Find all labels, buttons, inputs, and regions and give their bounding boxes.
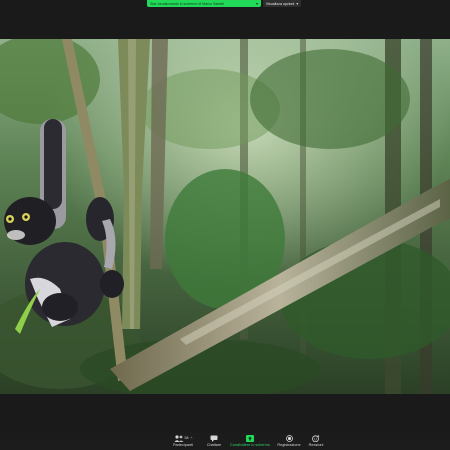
record-icon xyxy=(285,434,293,442)
chevron-up-icon[interactable]: ˄ xyxy=(191,436,193,440)
chevron-down-icon: ▾ xyxy=(296,1,299,6)
share-banner-text: Stai visualizzando lo schermo di Marco S… xyxy=(150,1,224,6)
reactions-label: Reazioni xyxy=(308,443,324,447)
record-label: Registrazione xyxy=(277,443,301,447)
share-screen-button[interactable]: Condividere lo schermo xyxy=(228,434,272,449)
chat-icon xyxy=(210,435,218,442)
participants-icon xyxy=(174,434,183,442)
view-options-button[interactable]: Visualizza opzioni ▾ xyxy=(263,0,301,7)
reactions-icon xyxy=(312,434,320,442)
chevron-down-icon[interactable]: ▾ xyxy=(256,1,258,6)
shared-screen xyxy=(0,39,450,394)
chat-label: Chattare xyxy=(206,443,222,447)
participants-button[interactable]: 58 ˄ Partecipanti xyxy=(166,434,200,449)
record-button[interactable]: Registrazione xyxy=(274,434,304,449)
meeting-toolbar: 58 ˄ Partecipanti Chattare Condividere l… xyxy=(0,433,450,450)
top-bar: Stai visualizzando lo schermo di Marco S… xyxy=(0,0,450,9)
shared-screen-image xyxy=(0,39,450,394)
chat-button[interactable]: Chattare xyxy=(202,434,226,449)
participants-count: 58 xyxy=(184,436,189,440)
participants-label: Partecipanti xyxy=(172,443,194,447)
share-screen-label: Condividere lo schermo xyxy=(230,443,270,447)
share-banner[interactable]: Stai visualizzando lo schermo di Marco S… xyxy=(147,0,261,7)
view-options-label: Visualizza opzioni xyxy=(265,1,295,6)
share-screen-icon xyxy=(246,434,254,442)
reactions-button[interactable]: Reazioni xyxy=(305,434,327,449)
